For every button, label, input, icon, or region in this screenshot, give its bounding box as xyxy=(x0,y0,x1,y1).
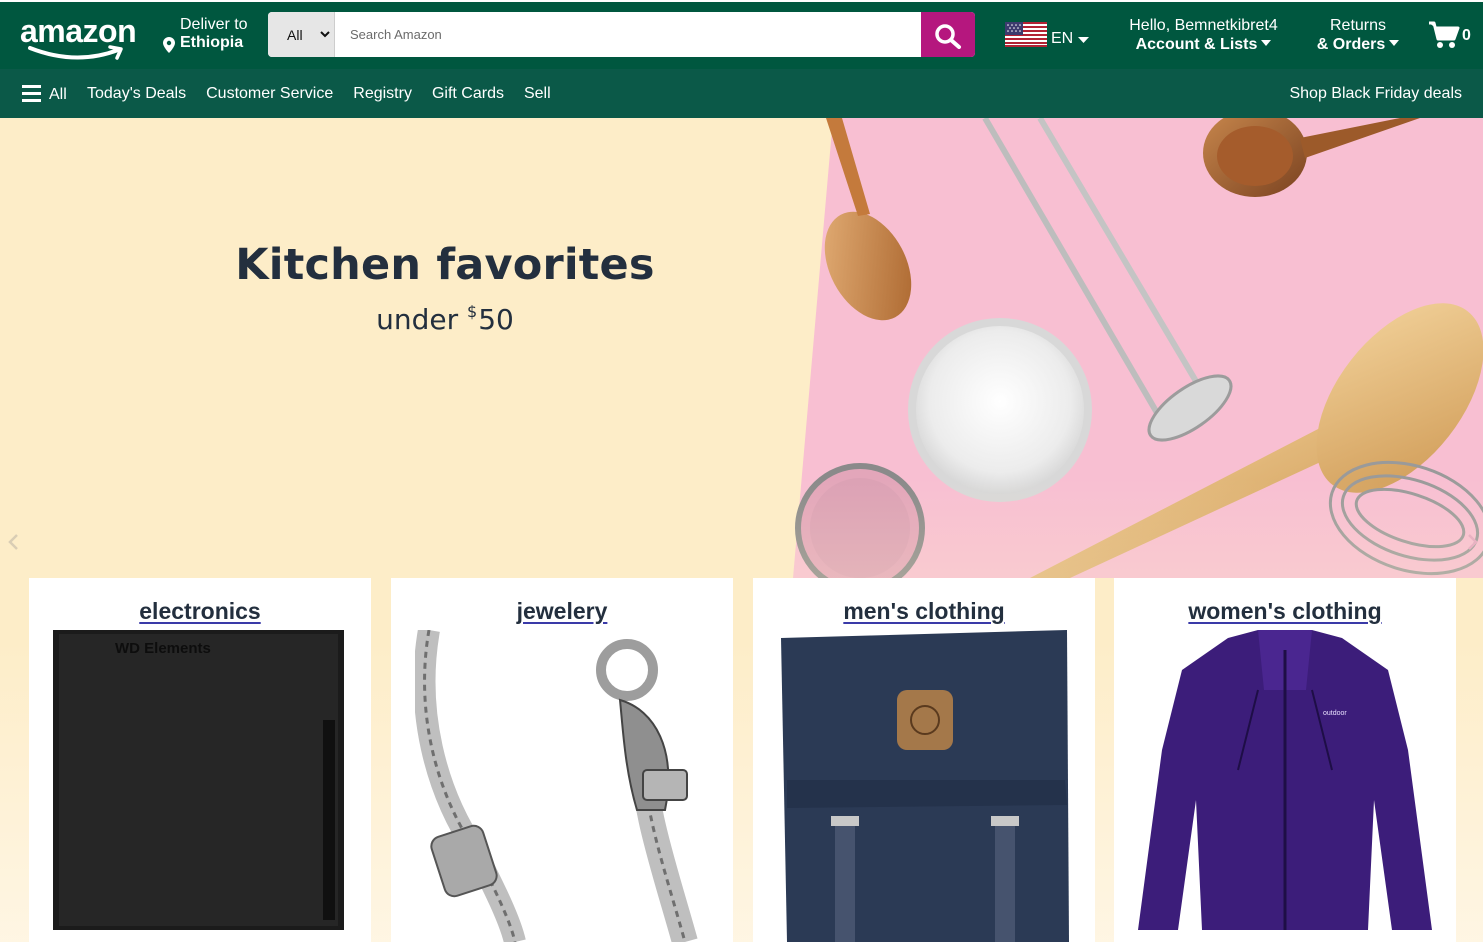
deliver-country: Ethiopia xyxy=(180,34,244,51)
navy-backpack-image xyxy=(777,630,1071,942)
category-title[interactable]: jewelery xyxy=(391,598,733,625)
category-card-electronics[interactable]: electronics WD Elements xyxy=(29,578,371,942)
us-flag-icon xyxy=(1005,22,1047,47)
orders-label: & Orders xyxy=(1316,36,1386,53)
search-category-value: All xyxy=(287,27,303,43)
nav-link-registry[interactable]: Registry xyxy=(353,85,412,103)
hero-kitchen-image[interactable] xyxy=(0,118,1483,578)
product-image-hard-drive[interactable]: WD Elements xyxy=(53,630,347,942)
hero-currency: $ xyxy=(467,302,478,321)
nav-link-todays-deals[interactable]: Today's Deals xyxy=(87,85,186,103)
caret-down-icon xyxy=(1261,40,1272,46)
top-header: amazon Deliver to Ethiopia All Search Am… xyxy=(0,0,1483,69)
nav-link-customer-service[interactable]: Customer Service xyxy=(206,85,333,103)
cart-button[interactable]: 0 xyxy=(1428,20,1478,52)
search-bar: All xyxy=(268,12,975,57)
jacket-brand-label: outdoor xyxy=(1323,710,1347,717)
product-image-jacket[interactable]: outdoor xyxy=(1138,630,1432,942)
returns-label: Returns xyxy=(1329,17,1387,34)
account-greeting: Hello, Bemnetkibret4 xyxy=(1129,17,1278,34)
carousel-prev-arrow-icon[interactable] xyxy=(6,532,20,552)
caret-down-icon xyxy=(1078,37,1089,43)
category-card-jewelery[interactable]: jewelery xyxy=(391,578,733,942)
wd-elements-label: WD Elements xyxy=(115,640,211,657)
chevron-down-icon xyxy=(320,31,330,38)
nav-links: Today's Deals Customer Service Registry … xyxy=(87,85,551,103)
hero-title: Kitchen favorites xyxy=(235,240,655,290)
language-selector[interactable]: EN xyxy=(1005,22,1095,52)
account-menu[interactable]: Hello, Bemnetkibret4 Account & Lists xyxy=(1116,17,1291,54)
caret-down-icon xyxy=(1389,40,1400,46)
hero-subtitle-prefix: under xyxy=(376,303,468,336)
nav-link-sell[interactable]: Sell xyxy=(524,85,551,103)
deliver-label: Deliver to xyxy=(180,16,248,33)
language-code: EN xyxy=(1051,30,1074,47)
logo-smile-icon xyxy=(28,45,123,60)
carousel-next-arrow-icon[interactable] xyxy=(1466,532,1480,552)
category-title[interactable]: women's clothing xyxy=(1114,598,1456,625)
black-friday-promo-link[interactable]: Shop Black Friday deals xyxy=(1289,85,1462,103)
category-title[interactable]: electronics xyxy=(29,598,371,625)
hard-drive-image: WD Elements xyxy=(53,630,344,930)
category-title[interactable]: men's clothing xyxy=(753,598,1095,625)
returns-orders-link[interactable]: Returns & Orders xyxy=(1310,17,1406,54)
search-category-select[interactable]: All xyxy=(268,12,335,57)
amazon-logo[interactable]: amazon xyxy=(20,14,144,60)
search-button[interactable] xyxy=(921,12,975,57)
cart-count: 0 xyxy=(1462,27,1471,44)
cart-icon xyxy=(1429,21,1460,48)
hamburger-icon xyxy=(22,85,41,102)
purple-jacket-image: outdoor xyxy=(1138,630,1432,942)
location-pin-icon xyxy=(163,37,175,53)
category-card-mens-clothing[interactable]: men's clothing xyxy=(753,578,1095,942)
nav-bar: All Today's Deals Customer Service Regis… xyxy=(0,69,1483,118)
all-menu-label: All xyxy=(49,86,67,103)
product-image-bracelet[interactable] xyxy=(415,630,709,942)
category-cards: electronics WD Elements jewelery men's c… xyxy=(29,578,1459,942)
silver-bracelet-image xyxy=(415,630,709,942)
category-card-womens-clothing[interactable]: women's clothing outdoor xyxy=(1114,578,1456,942)
account-lists-label: Account & Lists xyxy=(1135,36,1258,53)
nav-link-gift-cards[interactable]: Gift Cards xyxy=(432,85,504,103)
logo-text: amazon xyxy=(20,13,137,49)
hero-amount: 50 xyxy=(478,303,514,336)
search-input[interactable] xyxy=(335,12,921,57)
hero-subtitle: under $50 xyxy=(145,302,745,336)
search-icon xyxy=(935,24,961,49)
product-image-backpack[interactable] xyxy=(777,630,1071,942)
